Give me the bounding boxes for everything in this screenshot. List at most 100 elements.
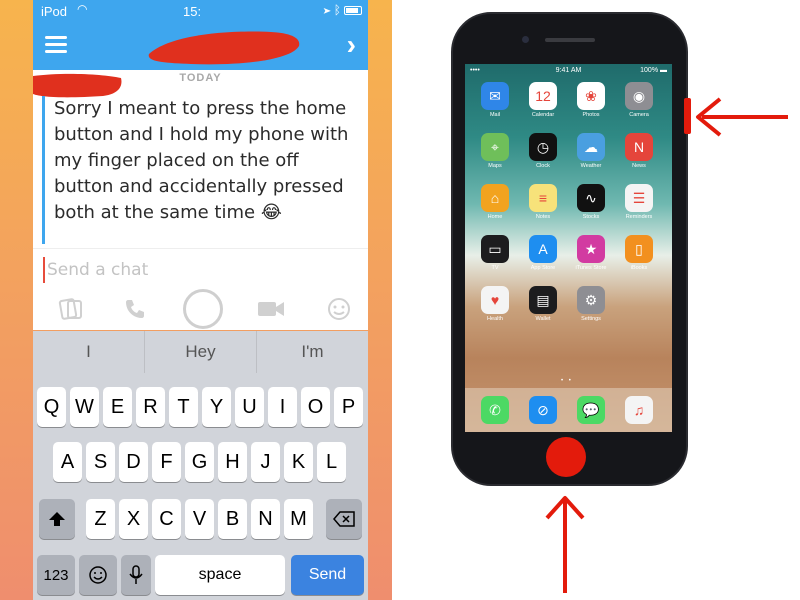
key-q[interactable]: Q	[37, 387, 66, 427]
carrier-label: iPod	[41, 4, 68, 19]
music-icon[interactable]: ♫	[625, 396, 653, 424]
messages-icon[interactable]: 💬	[577, 396, 605, 424]
app-label: Mail	[489, 112, 501, 118]
status-bar: iPod ◠ 15: ➤ᛒ	[33, 0, 368, 22]
redacted-contact-name	[148, 31, 300, 65]
app-label: Calendar	[531, 112, 555, 118]
app-settings[interactable]: ⚙ Settings	[574, 286, 608, 322]
menu-icon[interactable]	[45, 36, 67, 54]
suggestion-3[interactable]: I'm	[257, 331, 368, 373]
app-weather[interactable]: ☁ Weather	[574, 133, 608, 169]
keyboard: I Hey I'm Q W E R T Y U I O P A S D F G …	[33, 331, 368, 600]
delete-key[interactable]	[326, 499, 362, 539]
tv-icon: ▭	[481, 235, 509, 263]
key-g[interactable]: G	[185, 442, 214, 482]
key-u[interactable]: U	[235, 387, 264, 427]
numbers-key[interactable]: 123	[37, 555, 75, 595]
app-home[interactable]: ⌂ Home	[478, 184, 512, 220]
app-store-icon: A	[529, 235, 557, 263]
key-n[interactable]: N	[251, 499, 280, 539]
key-v[interactable]: V	[185, 499, 214, 539]
key-z[interactable]: Z	[86, 499, 115, 539]
microphone-icon	[129, 565, 143, 584]
key-s[interactable]: S	[86, 442, 115, 482]
key-r[interactable]: R	[136, 387, 165, 427]
app-stocks[interactable]: ∿ Stocks	[574, 184, 608, 220]
key-j[interactable]: J	[251, 442, 280, 482]
app-app-store[interactable]: A App Store	[526, 235, 560, 271]
key-c[interactable]: C	[152, 499, 181, 539]
send-key[interactable]: Send	[291, 555, 364, 595]
app-clock[interactable]: ◷ Clock	[526, 133, 560, 169]
key-p[interactable]: P	[334, 387, 363, 427]
home-button-highlight[interactable]	[546, 437, 586, 477]
key-b[interactable]: B	[218, 499, 247, 539]
news-icon: N	[625, 133, 653, 161]
chat-input[interactable]	[43, 257, 343, 283]
key-a[interactable]: A	[53, 442, 82, 482]
app-label: Reminders	[625, 214, 653, 220]
key-h[interactable]: H	[218, 442, 247, 482]
app-calendar[interactable]: 12 Calendar	[526, 82, 560, 118]
settings-icon: ⚙	[577, 286, 605, 314]
video-call-icon[interactable]	[251, 289, 291, 329]
app-notes[interactable]: ≡ Notes	[526, 184, 560, 220]
phone-screen: •••• 9:41 AM 100% ▬ ✉ Mail 12 Calendar ❀ Phot…	[465, 64, 672, 432]
app-health[interactable]: ♥ Health	[478, 286, 512, 322]
app-camera[interactable]: ◉ Camera	[622, 82, 656, 118]
app-label: News	[632, 163, 646, 169]
key-o[interactable]: O	[301, 387, 330, 427]
app-reminders[interactable]: ☰ Reminders	[622, 184, 656, 220]
key-k[interactable]: K	[284, 442, 313, 482]
status-time: 15:	[183, 4, 202, 19]
app-photos[interactable]: ❀ Photos	[574, 82, 608, 118]
keyboard-row-3: Z X C V B N M	[33, 499, 368, 539]
phone-icon[interactable]: ✆	[481, 396, 509, 424]
app-mail[interactable]: ✉ Mail	[478, 82, 512, 118]
message-indicator-bar	[42, 96, 45, 244]
key-m[interactable]: M	[284, 499, 313, 539]
key-d[interactable]: D	[119, 442, 148, 482]
backspace-icon	[333, 511, 355, 527]
space-key[interactable]: space	[155, 555, 285, 595]
chat-message: Sorry I meant to press the home button a…	[54, 98, 349, 223]
key-x[interactable]: X	[119, 499, 148, 539]
app-itunes-store[interactable]: ★ iTunes Store	[574, 235, 608, 271]
emoji-icon[interactable]	[319, 289, 359, 329]
app-label: iBooks	[630, 265, 648, 271]
key-e[interactable]: E	[103, 387, 132, 427]
dictation-key[interactable]	[121, 555, 151, 595]
app-tv[interactable]: ▭ TV	[478, 235, 512, 271]
app-wallet[interactable]: ▤ Wallet	[526, 286, 560, 322]
key-l[interactable]: L	[317, 442, 346, 482]
key-i[interactable]: I	[268, 387, 297, 427]
app-news[interactable]: N News	[622, 133, 656, 169]
key-f[interactable]: F	[152, 442, 181, 482]
app-ibooks[interactable]: ▯ iBooks	[622, 235, 656, 271]
weather-icon: ☁	[577, 133, 605, 161]
key-y[interactable]: Y	[202, 387, 231, 427]
capture-button[interactable]	[183, 289, 223, 329]
key-w[interactable]: W	[70, 387, 99, 427]
earpiece-speaker	[545, 38, 595, 42]
phone-call-icon[interactable]	[115, 289, 155, 329]
suggestion-1[interactable]: I	[33, 331, 145, 373]
predictive-suggestions: I Hey I'm	[33, 331, 368, 373]
calendar-icon: 12	[529, 82, 557, 110]
app-maps[interactable]: ⌖ Maps	[478, 133, 512, 169]
page-dots: • •	[561, 378, 573, 384]
safari-icon[interactable]: ⊘	[529, 396, 557, 424]
suggestion-2[interactable]: Hey	[145, 331, 257, 373]
home-icon: ⌂	[481, 184, 509, 212]
front-camera	[522, 36, 529, 43]
app-label: Clock	[536, 163, 550, 169]
key-t[interactable]: T	[169, 387, 198, 427]
sticker-icon[interactable]	[51, 289, 91, 329]
ibooks-icon: ▯	[625, 235, 653, 263]
chevron-right-icon[interactable]: ›	[347, 29, 356, 61]
app-label: Home	[487, 214, 503, 220]
emoji-key[interactable]	[79, 555, 117, 595]
mail-icon: ✉	[481, 82, 509, 110]
stocks-icon: ∿	[577, 184, 605, 212]
shift-key[interactable]	[39, 499, 75, 539]
